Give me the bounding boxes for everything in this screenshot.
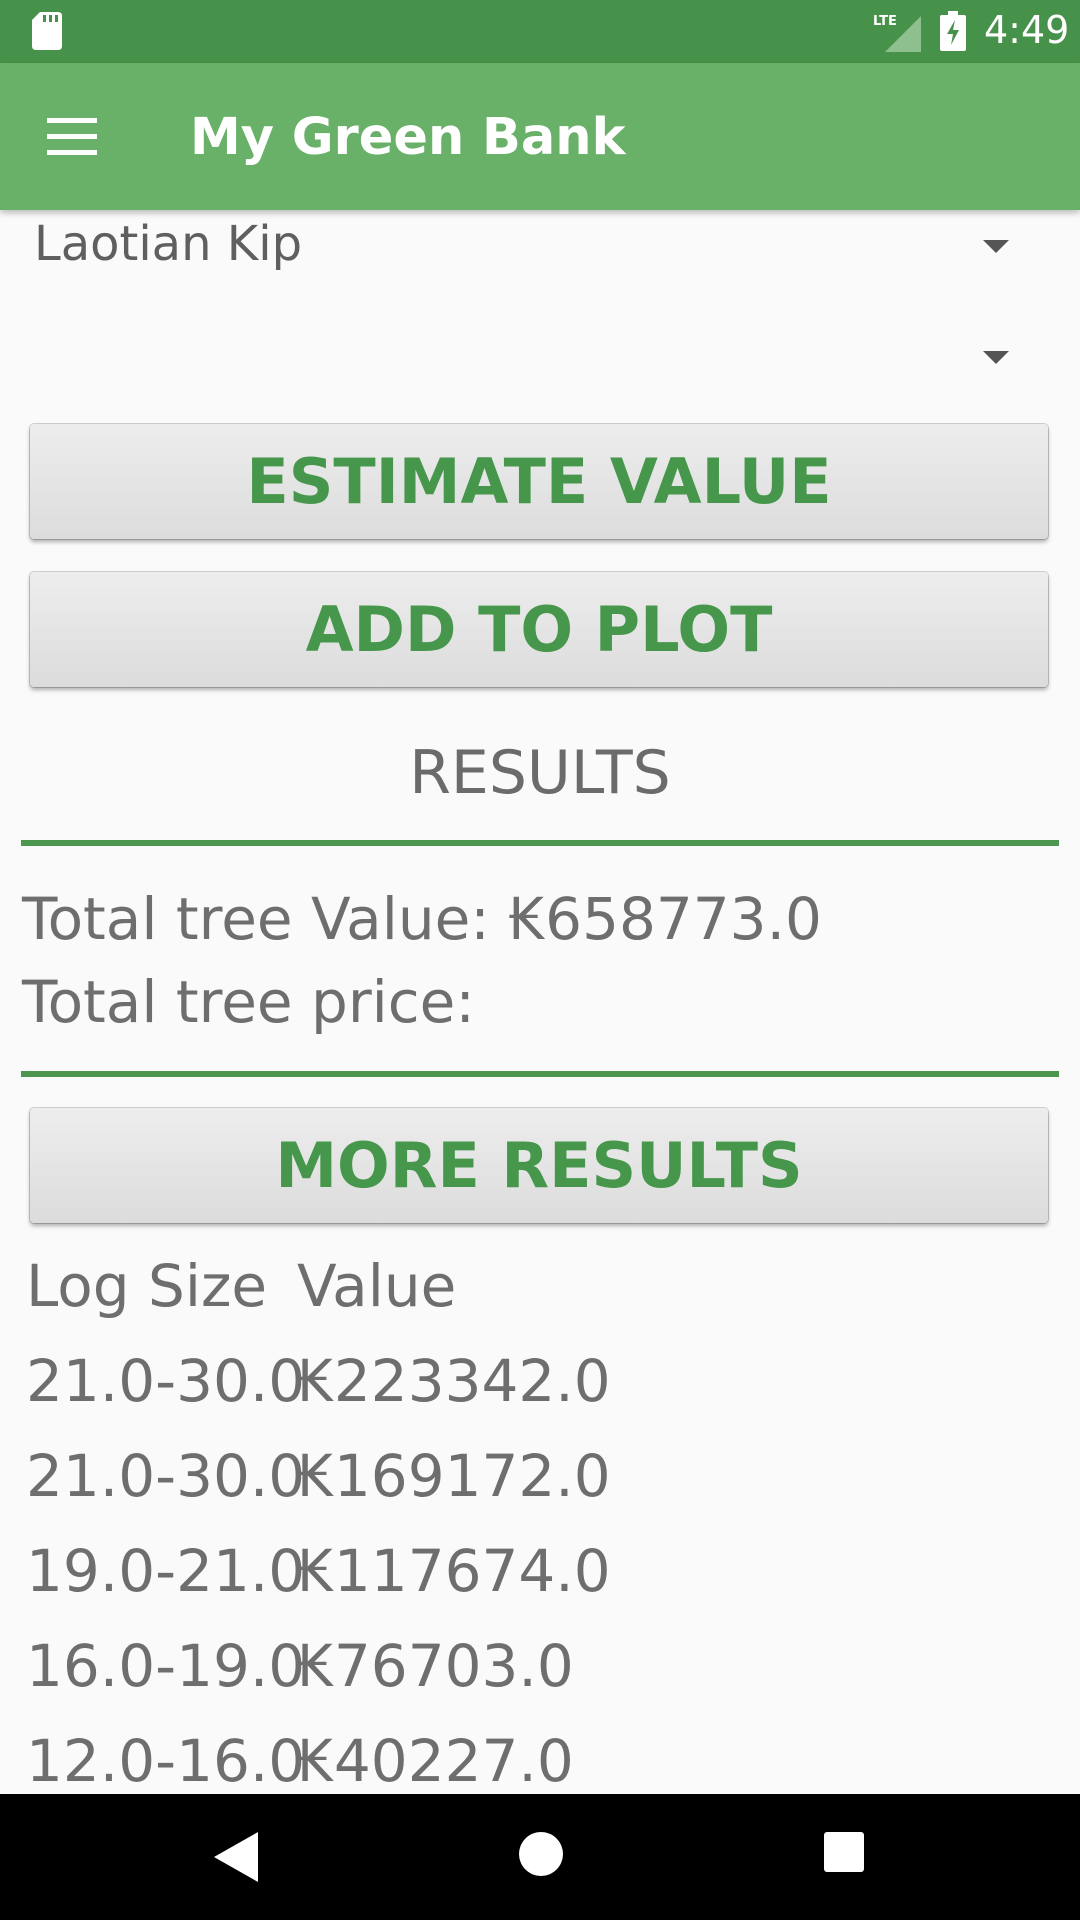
system-navigation-bar bbox=[0, 1794, 1080, 1920]
hamburger-menu-icon[interactable] bbox=[47, 118, 97, 156]
currency-selected-value: Laotian Kip bbox=[34, 216, 303, 272]
log-size-cell: 19.0-21.0 bbox=[26, 1537, 306, 1605]
total-tree-value: Total tree Value: ₭658773.0 bbox=[22, 885, 822, 953]
value-cell: ₭223342.0 bbox=[297, 1347, 611, 1415]
log-size-cell: 21.0-30.0 bbox=[26, 1442, 306, 1510]
more-results-button[interactable]: MORE RESULTS bbox=[30, 1108, 1048, 1223]
results-heading: RESULTS bbox=[409, 738, 671, 808]
status-bar: LTE 4:49 bbox=[0, 0, 1080, 63]
currency-spinner[interactable]: Laotian Kip bbox=[0, 210, 1080, 282]
total-tree-price: Total tree price: bbox=[22, 968, 475, 1036]
app-bar: My Green Bank bbox=[0, 63, 1080, 210]
estimate-value-button[interactable]: ESTIMATE VALUE bbox=[30, 424, 1048, 539]
second-spinner[interactable] bbox=[0, 316, 1080, 388]
lte-signal-icon: LTE bbox=[873, 14, 921, 52]
recents-icon[interactable] bbox=[824, 1832, 864, 1872]
status-time: 4:49 bbox=[984, 8, 1070, 52]
back-icon[interactable] bbox=[214, 1832, 258, 1882]
app-title: My Green Bank bbox=[190, 108, 626, 167]
value-cell: ₭76703.0 bbox=[297, 1632, 574, 1700]
log-size-cell: 16.0-19.0 bbox=[26, 1632, 306, 1700]
value-cell: ₭40227.0 bbox=[297, 1727, 574, 1795]
value-cell: ₭169172.0 bbox=[297, 1442, 611, 1510]
log-size-cell: 21.0-30.0 bbox=[26, 1347, 306, 1415]
log-size-header: Log Size bbox=[26, 1252, 268, 1320]
results-bottom-divider bbox=[21, 1071, 1059, 1077]
svg-text:LTE: LTE bbox=[873, 14, 897, 29]
currency-dropdown-arrow-icon bbox=[983, 240, 1009, 253]
value-header: Value bbox=[297, 1252, 457, 1320]
value-cell: ₭117674.0 bbox=[297, 1537, 611, 1605]
battery-charging-icon bbox=[940, 11, 966, 51]
log-size-cell: 12.0-16.0 bbox=[26, 1727, 306, 1795]
home-icon[interactable] bbox=[519, 1832, 563, 1876]
results-top-divider bbox=[21, 840, 1059, 846]
second-dropdown-arrow-icon bbox=[983, 351, 1009, 364]
sd-card-icon bbox=[32, 12, 62, 50]
add-to-plot-button[interactable]: ADD TO PLOT bbox=[30, 572, 1048, 687]
